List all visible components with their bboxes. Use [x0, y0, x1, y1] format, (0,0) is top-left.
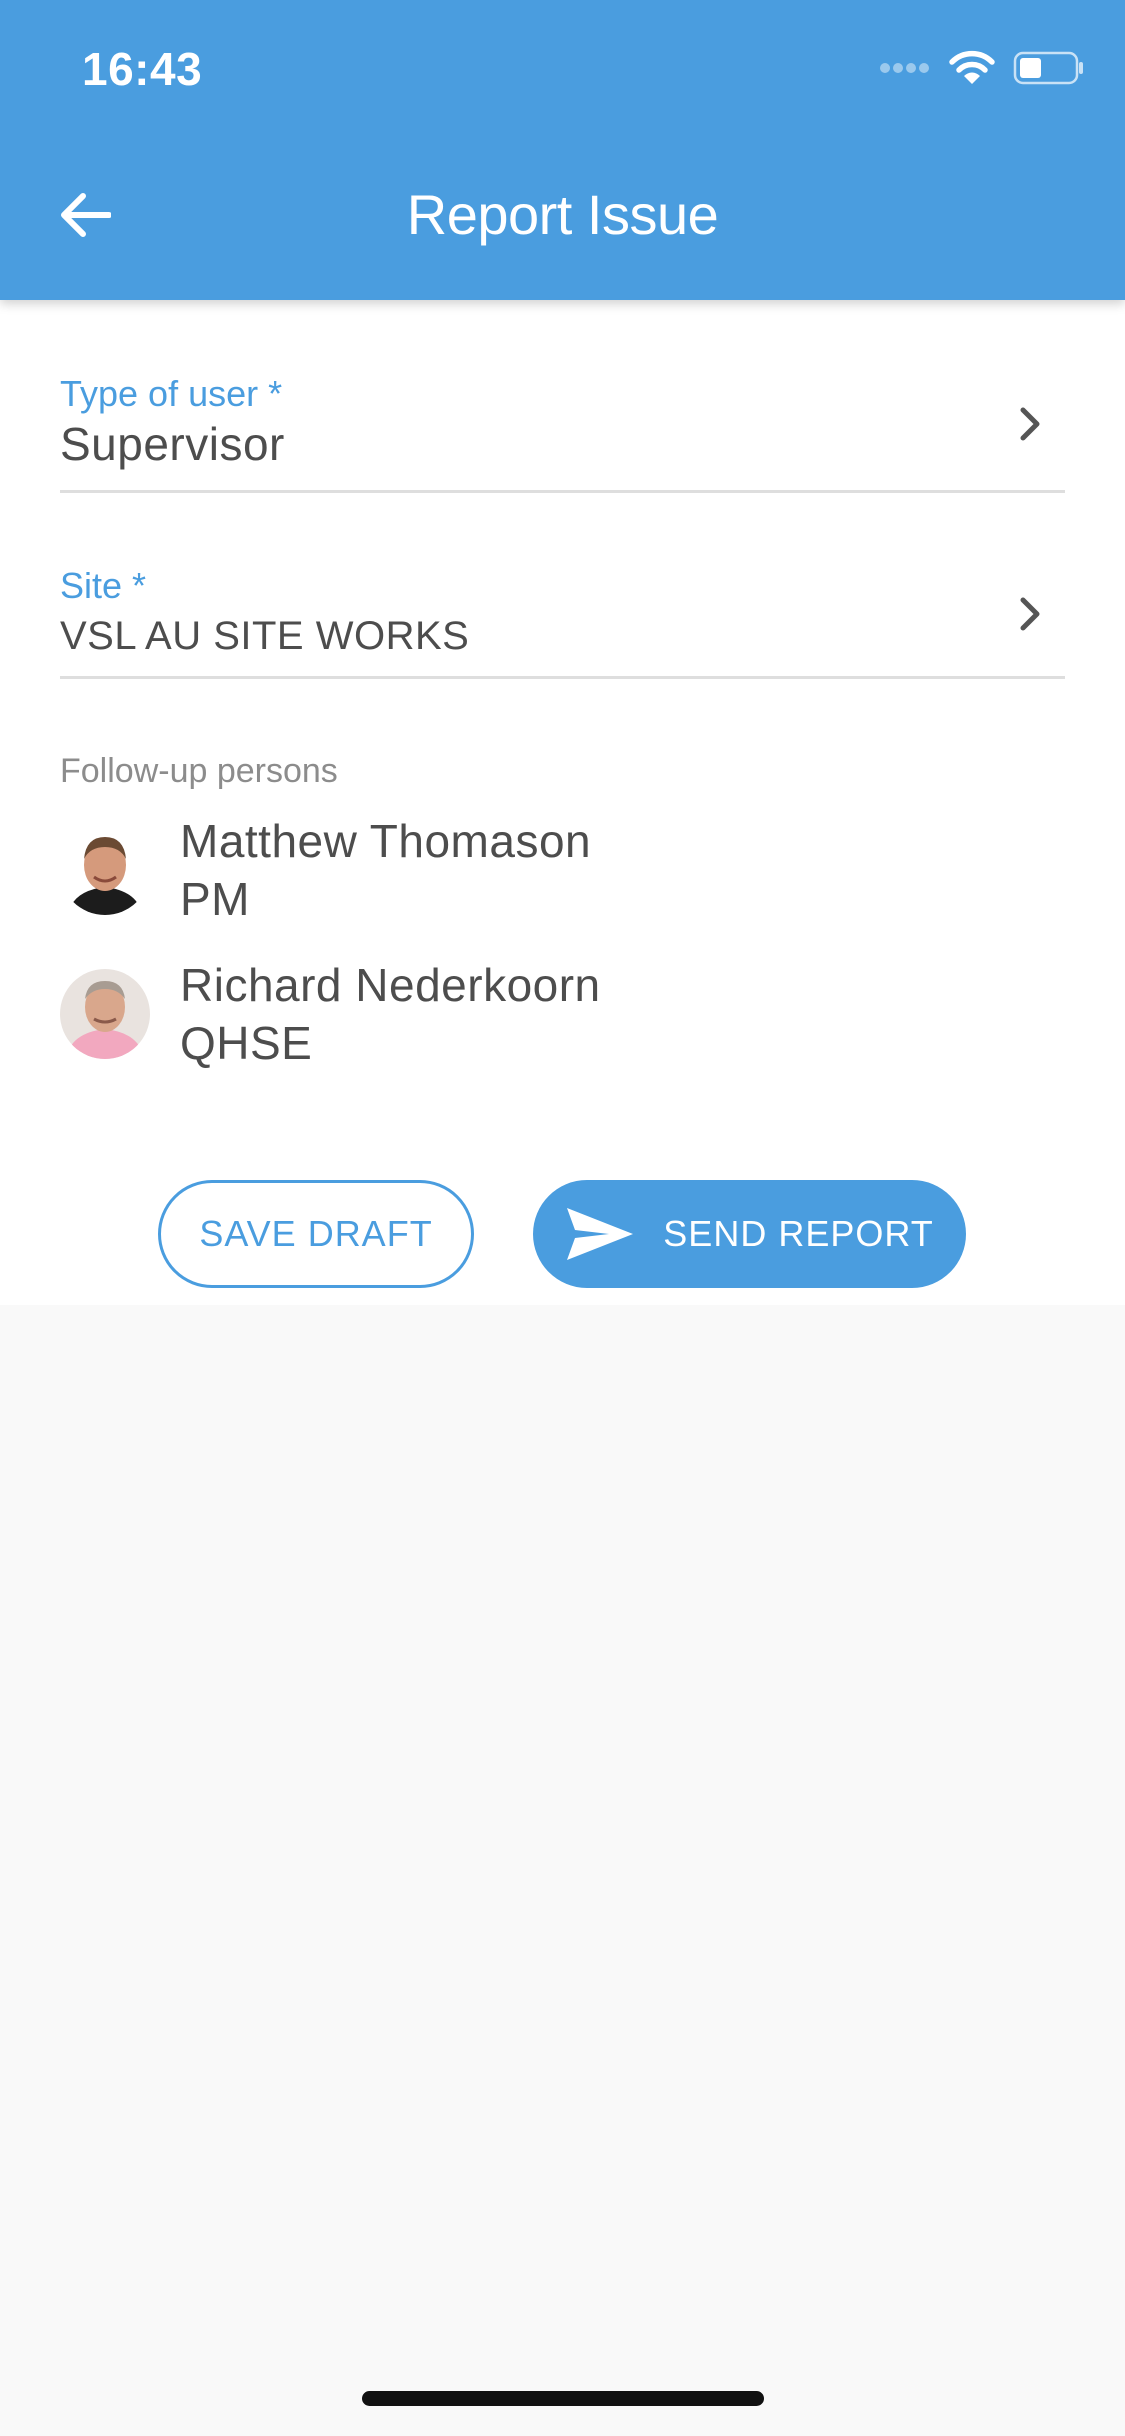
user-type-label: Type of user *	[60, 373, 283, 414]
form-content: Type of user * Supervisor Site * VSL AU …	[0, 300, 1125, 1305]
send-icon	[567, 1208, 634, 1260]
status-icons	[879, 48, 1085, 88]
followup-persons-label: Follow-up persons	[60, 752, 338, 790]
status-time: 16:43	[82, 43, 203, 95]
wifi-icon	[949, 50, 995, 84]
person-name: Richard Nederkoorn	[180, 959, 601, 1011]
chevron-right-icon	[1020, 407, 1040, 441]
followup-person: Richard Nederkoorn QHSE	[60, 956, 601, 1072]
person-role: QHSE	[180, 1017, 313, 1069]
send-report-button[interactable]: SEND REPORT	[533, 1180, 966, 1288]
app-bar: 16:43 Report Issue	[0, 0, 1125, 300]
person-name: Matthew Thomason	[180, 815, 592, 867]
user-type-field[interactable]: Type of user * Supervisor	[60, 372, 1065, 493]
save-draft-button[interactable]: SAVE DRAFT	[158, 1180, 474, 1288]
followup-person: Matthew Thomason PM	[60, 812, 591, 928]
user-type-value: Supervisor	[60, 418, 285, 470]
avatar	[60, 825, 150, 915]
site-value: VSL AU SITE WORKS	[60, 614, 470, 658]
chevron-right-icon	[1020, 597, 1040, 631]
page-title: Report Issue	[406, 183, 719, 246]
avatar	[60, 969, 150, 1059]
site-field[interactable]: Site * VSL AU SITE WORKS	[60, 564, 1065, 679]
send-report-label: SEND REPORT	[663, 1213, 934, 1254]
home-indicator	[362, 2391, 764, 2406]
site-label: Site *	[60, 565, 147, 606]
save-draft-label: SAVE DRAFT	[199, 1213, 433, 1254]
person-role: PM	[180, 873, 250, 925]
cellular-signal-icon	[880, 63, 929, 73]
battery-icon	[1013, 51, 1083, 85]
